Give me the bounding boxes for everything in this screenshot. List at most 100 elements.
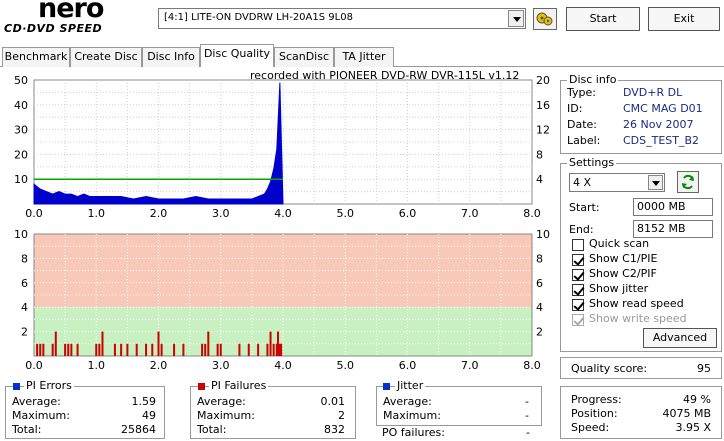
refresh-drive-button[interactable]: [533, 8, 557, 30]
y-left-tick-label: 40: [14, 99, 28, 112]
x-tick-label: 1.0: [88, 207, 106, 220]
settings-title: Settings: [567, 156, 617, 169]
pif-bar: [145, 343, 148, 356]
tab-scandisc[interactable]: ScanDisc: [274, 47, 334, 67]
pi-errors-legend-swatch: [13, 383, 20, 390]
x-tick-label: 6.0: [399, 207, 417, 220]
tab-ta-jitter[interactable]: TA Jitter: [334, 47, 394, 67]
x-tick-label: 3.0: [212, 359, 230, 370]
y-right-tick-label: 12: [536, 124, 550, 137]
pif-bar: [67, 343, 70, 356]
y-right-tick-label: 8: [536, 252, 543, 265]
show-read-speed-checkbox[interactable]: [572, 299, 584, 311]
pi-errors-average-label: Average:: [12, 395, 61, 408]
start-label: Start:: [569, 201, 600, 214]
disc-date-value: 26 Nov 2007: [623, 118, 694, 131]
pif-bar: [151, 343, 154, 356]
x-tick-label: 4.0: [274, 359, 292, 370]
x-tick-label: 5.0: [337, 207, 355, 220]
pi-failures-maximum-label: Maximum:: [197, 409, 255, 422]
y-left-tick-label: 6: [21, 277, 28, 290]
pif-bar: [219, 343, 222, 356]
quick-scan-checkbox[interactable]: [572, 239, 584, 251]
pif-bar: [135, 343, 138, 356]
show-jitter-label: Show jitter: [589, 282, 649, 295]
show-jitter-checkbox[interactable]: [572, 284, 584, 296]
refresh-speed-button[interactable]: [677, 171, 699, 193]
quick-scan-label: Quick scan: [589, 237, 650, 250]
disc-label-label: Label:: [567, 134, 601, 147]
y-right-tick-label: 2: [536, 326, 543, 339]
pif-bar: [36, 343, 39, 356]
chevron-down-icon[interactable]: [648, 175, 663, 190]
show-c2-pif-label: Show C2/PIF: [589, 267, 657, 280]
pie-speed-chart: 50 40 30 20 10 20 16 12 8 4 0.0 1.0 2.0 3.0 4.0 5.0 6.0 7…: [14, 74, 550, 220]
y-left-tick-label: 10: [14, 173, 28, 186]
x-tick-label: 0.0: [25, 207, 43, 220]
pif-bar: [247, 343, 250, 356]
pif-bar: [207, 331, 210, 356]
end-label: End:: [569, 223, 594, 236]
pif-bar: [54, 331, 57, 356]
y-left-tick-label: 10: [14, 228, 28, 241]
tab-disc-quality[interactable]: Disc Quality: [200, 44, 274, 67]
x-tick-label: 4.0: [274, 207, 292, 220]
pif-bar: [95, 343, 98, 356]
po-failures-value: -: [526, 426, 530, 439]
disc-id-value: CMC MAG D01: [623, 102, 703, 115]
advanced-button[interactable]: Advanced: [643, 328, 717, 348]
pif-bar: [266, 343, 269, 356]
jitter-legend-swatch: [383, 383, 390, 390]
pif-bar: [101, 331, 104, 356]
chevron-down-icon[interactable]: [508, 10, 524, 27]
y-right-tick-label: 16: [536, 99, 550, 112]
show-c1-pie-checkbox[interactable]: [572, 254, 584, 266]
jitter-average-label: Average:: [383, 395, 432, 408]
speed-select[interactable]: 4 X: [569, 173, 665, 192]
start-button[interactable]: Start: [566, 7, 640, 31]
pif-bar: [42, 343, 45, 356]
x-tick-label: 6.0: [399, 359, 417, 370]
show-write-speed-checkbox: [572, 314, 584, 326]
pif-bar: [64, 343, 67, 356]
disc-info-panel: Disc info Type: DVD+R DL ID: CMC MAG D01…: [560, 74, 722, 154]
exit-button[interactable]: Exit: [648, 7, 720, 31]
nero-logo: nero CD·DVD SPEED: [2, 0, 152, 40]
tab-disc-info[interactable]: Disc Info: [142, 47, 200, 67]
position-label: Position:: [571, 407, 618, 420]
pif-bar: [201, 343, 204, 356]
pi-failures-legend-swatch: [198, 383, 205, 390]
progress-panel: Progress: 49 % Position: 4075 MB Speed: …: [560, 386, 722, 439]
position-value: 4075 MB: [662, 407, 711, 420]
y-right-tick-label: 10: [536, 228, 550, 241]
x-tick-label: 1.0: [88, 359, 106, 370]
pif-bar: [238, 343, 241, 356]
y-left-tick-label: 2: [21, 326, 28, 339]
quality-score-value: 95: [697, 362, 711, 375]
pi-failures-average-value: 0.01: [320, 395, 346, 408]
y-left-tick-label: 20: [14, 148, 28, 161]
y-left-tick-label: 30: [14, 124, 28, 137]
pi-errors-title: PI Errors: [24, 379, 74, 392]
pif-bar: [113, 343, 116, 356]
jitter-average-value: -: [525, 395, 529, 408]
quality-score-label: Quality score:: [571, 362, 648, 375]
x-tick-label: 8.0: [523, 207, 541, 220]
disc-type-value: DVD+R DL: [623, 86, 683, 99]
pif-bar: [160, 343, 163, 356]
settings-panel: Settings 4 X Start: 0000 MB End: 8152 MB…: [560, 157, 722, 352]
show-write-speed-label: Show write speed: [589, 312, 687, 325]
pif-chart: 10 8 6 4 2 10 8 6 4 2 0.0 1.0 2.0 3.0 4.0 5.0 6.0 7.0 8.0: [14, 228, 550, 370]
start-field[interactable]: 0000 MB: [633, 198, 713, 216]
tab-benchmark[interactable]: Benchmark: [2, 47, 70, 67]
y-right-tick-label: 8: [536, 148, 543, 161]
show-c2-pif-checkbox[interactable]: [572, 269, 584, 281]
x-tick-label: 0.0: [25, 359, 43, 370]
end-field[interactable]: 8152 MB: [633, 220, 713, 238]
tab-create-disc[interactable]: Create Disc: [70, 47, 142, 67]
drive-select[interactable]: [4:1] LITE-ON DVDRW LH-20A1S 9L08: [158, 8, 526, 29]
pi-failures-panel: PI Failures Average: 0.01 Maximum: 2 Tot…: [190, 380, 356, 439]
disc-date-label: Date:: [567, 118, 597, 131]
pi-errors-total-value: 25864: [121, 423, 156, 436]
drive-refresh-icon: [536, 12, 553, 26]
